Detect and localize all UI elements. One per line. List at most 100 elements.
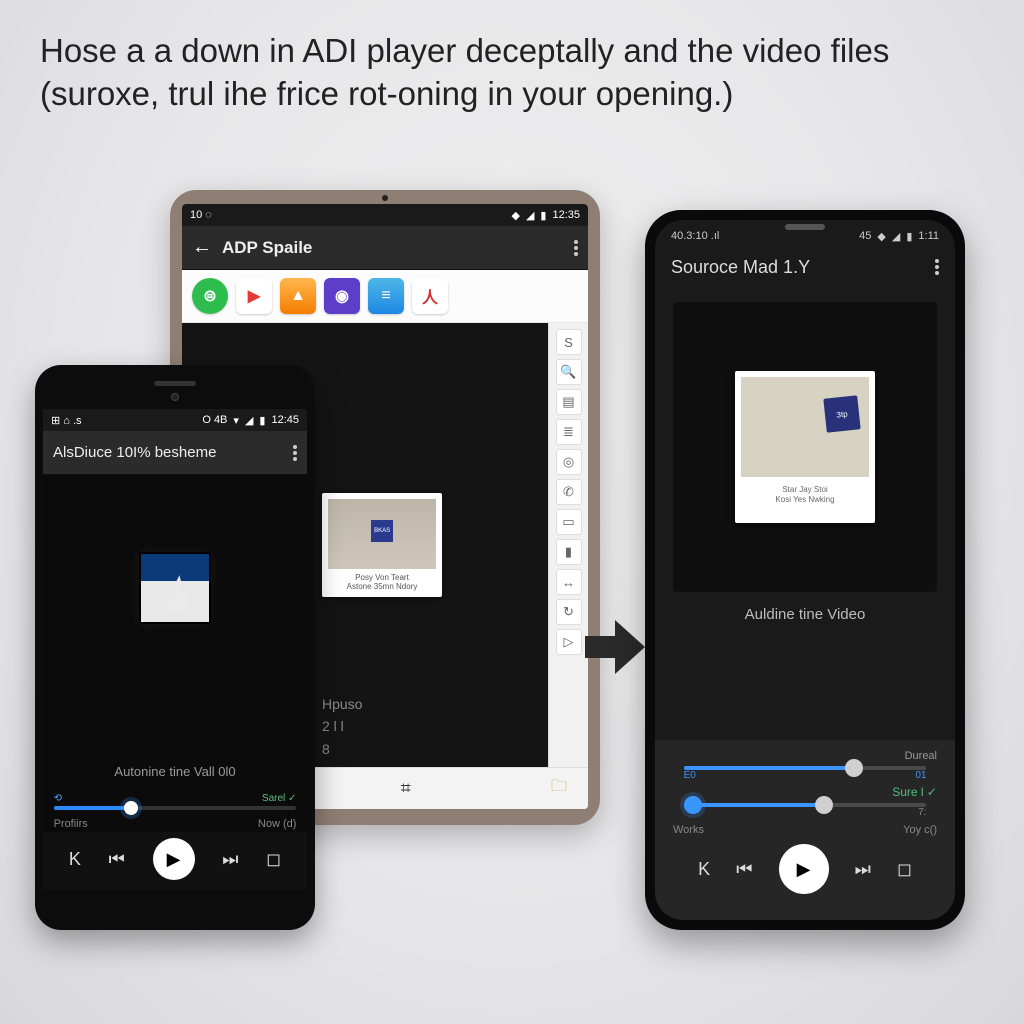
player-controls: K ⏮ ▶ ⏭ ◻ [43,832,307,890]
card-cap1: Star Jay Stoi [741,485,869,495]
bulb-icon[interactable]: ◎ [556,449,582,475]
status-time: 12:35 [552,209,580,221]
wifi-icon: ▾ [233,414,239,427]
battery-icon: ▮ [906,230,912,243]
player-bottom: Dureal E0 01 Sure l ✓ [655,740,955,920]
refresh-icon[interactable]: ↻ [556,599,582,625]
phone1-statusbar: ⊞ ⌂ .s O 4B ▾ ◢ ▮ 12:45 [43,409,307,431]
card-cap2: Kosi Yes Nwking [741,495,869,505]
album-art[interactable] [139,552,211,624]
label-left[interactable]: Works [673,824,704,836]
seek-bar-2[interactable] [684,803,927,807]
phone1-player: Autonine tine Vall 0l0 ⟲ Sarel ✓ Profiir… [43,475,307,890]
top-right-label: Dureal [673,750,937,762]
phone1-appbar: AlsDiuce 10I% besheme [43,431,307,475]
media-thumbnail-card[interactable]: BKAS Posy Von Teart Astone 35mn Ndory [322,493,442,597]
label-left[interactable]: Profiirs [54,818,88,830]
signal-icon: ◢ [892,230,900,243]
tablet-sidebar: S 🔍 ▤ ≣ ◎ ✆ ▭ ▮ ↔ ↻ ▷ [548,323,588,767]
play-button[interactable]: ▶ [153,838,195,880]
status-left: ⊞ ⌂ .s [51,414,82,427]
seek1-right: 01 [915,770,926,781]
wifi-icon: ◆ [511,209,519,222]
app-youtube-icon[interactable]: ▶ [236,278,272,314]
phone-right-screen: 40.3:10 .ıl 45 ◆ ◢ ▮ 1:11 Souroce Mad 1.… [655,220,955,920]
signal-icon: ◢ [245,414,253,427]
phone2-appbar: Souroce Mad 1.Y [655,248,955,292]
seek2-fill [684,803,825,807]
appbar-title: ADP Spaile [222,238,312,258]
seek-bar-1[interactable] [684,766,927,770]
next-icon[interactable]: ⏭ [222,849,238,870]
repeat-icon[interactable]: ◻ [897,859,912,880]
seek-right-label[interactable]: Sarel ✓ [262,793,297,804]
bluetooth-icon[interactable]: ⌗ [401,778,412,799]
battery-icon: ▮ [259,414,265,427]
player-controls: K ⏮ ▶ ⏭ ◻ [673,838,937,904]
app-spotify-icon[interactable]: ⊜ [192,278,228,314]
util-row: Profiirs Now (d) [54,818,297,830]
camera-icon[interactable]: ▭ [556,509,582,535]
link-icon[interactable]: ↔ [556,569,582,595]
appbar-title: AlsDiuce 10I% besheme [53,444,216,461]
seek1-fill [684,766,854,770]
sure-label[interactable]: Sure l ✓ [673,785,937,799]
track-title: Autonine tine Vall 0l0 [114,764,235,779]
headline-line2: (suroxe, trul ihe frice rot-oning in you… [40,75,733,112]
note-icon[interactable]: 🗀 [551,775,568,802]
earpiece-icon [154,381,196,386]
seek-thumb[interactable] [124,801,138,815]
seek1-left: E0 [684,770,696,781]
seek-fill [54,806,132,810]
back-icon[interactable]: ← [192,236,212,259]
play-button[interactable]: ▶ [779,844,829,894]
appbar-title: Souroce Mad 1.Y [671,257,810,278]
notch-icon [785,224,825,230]
battery-icon: ▮ [540,209,546,222]
info-l3: 8 [322,738,362,760]
next-icon[interactable]: ⏭ [855,859,871,880]
pin-icon[interactable]: ▷ [556,629,582,655]
album-card[interactable]: 3tp Star Jay Stoi Kosi Yes Nwking [735,371,875,524]
arrow-icon [585,620,645,674]
search-icon[interactable]: 🔍 [556,359,582,385]
headline-line1: Hose a a down in ADI player deceptally a… [40,32,889,69]
phone-left-screen: ⊞ ⌂ .s O 4B ▾ ◢ ▮ 12:45 AlsDiuce 10I% be… [43,409,307,890]
prev-icon[interactable]: ⏮ [109,849,125,870]
status-time: 1:11 [918,230,939,242]
label-right[interactable]: Now (d) [258,818,297,830]
app-media-icon[interactable]: ◉ [324,278,360,314]
seek-left-label[interactable]: ⟲ [54,793,62,804]
folder-icon[interactable]: ▮ [556,539,582,565]
list-icon[interactable]: ≣ [556,419,582,445]
repeat-icon[interactable]: ◻ [266,849,281,870]
wifi-icon: ◆ [877,230,885,243]
phone-right-frame: 40.3:10 .ıl 45 ◆ ◢ ▮ 1:11 Souroce Mad 1.… [645,210,965,930]
seek1-thumb[interactable] [845,759,863,777]
more-icon[interactable] [935,259,939,275]
status-time: 12:45 [271,414,299,426]
util-row: Works Yoy c() [673,824,937,836]
seek1-area: E0 01 [684,766,927,781]
tablet-appbar: ← ADP Spaile [182,226,588,270]
doc-icon[interactable]: ▤ [556,389,582,415]
phone-icon[interactable]: ✆ [556,479,582,505]
seek2-thumb-b[interactable] [815,796,833,814]
seek-area: ⟲ Sarel ✓ [54,793,297,810]
more-icon[interactable] [293,445,297,461]
skip-start-icon[interactable]: K [698,859,710,880]
app-board-icon[interactable]: ≡ [368,278,404,314]
seek2-area: 7: [684,803,927,818]
app-pdf-icon[interactable]: 人 [412,278,448,314]
label-right[interactable]: Yoy c() [903,824,937,836]
prev-icon[interactable]: ⏮ [736,859,752,880]
more-icon[interactable] [574,240,578,256]
skip-start-icon[interactable]: K [69,849,81,870]
album-area: 3tp Star Jay Stoi Kosi Yes Nwking [673,302,937,592]
app-warn-icon[interactable]: ▲ [280,278,316,314]
signal-icon: ◢ [526,209,534,222]
phone-left-frame: ⊞ ⌂ .s O 4B ▾ ◢ ▮ 12:45 AlsDiuce 10I% be… [35,365,315,930]
seek-bar[interactable] [54,806,297,810]
sb-s-icon[interactable]: S [556,329,582,355]
tablet-info-block: Hpuso 2 l l 8 [322,693,362,760]
